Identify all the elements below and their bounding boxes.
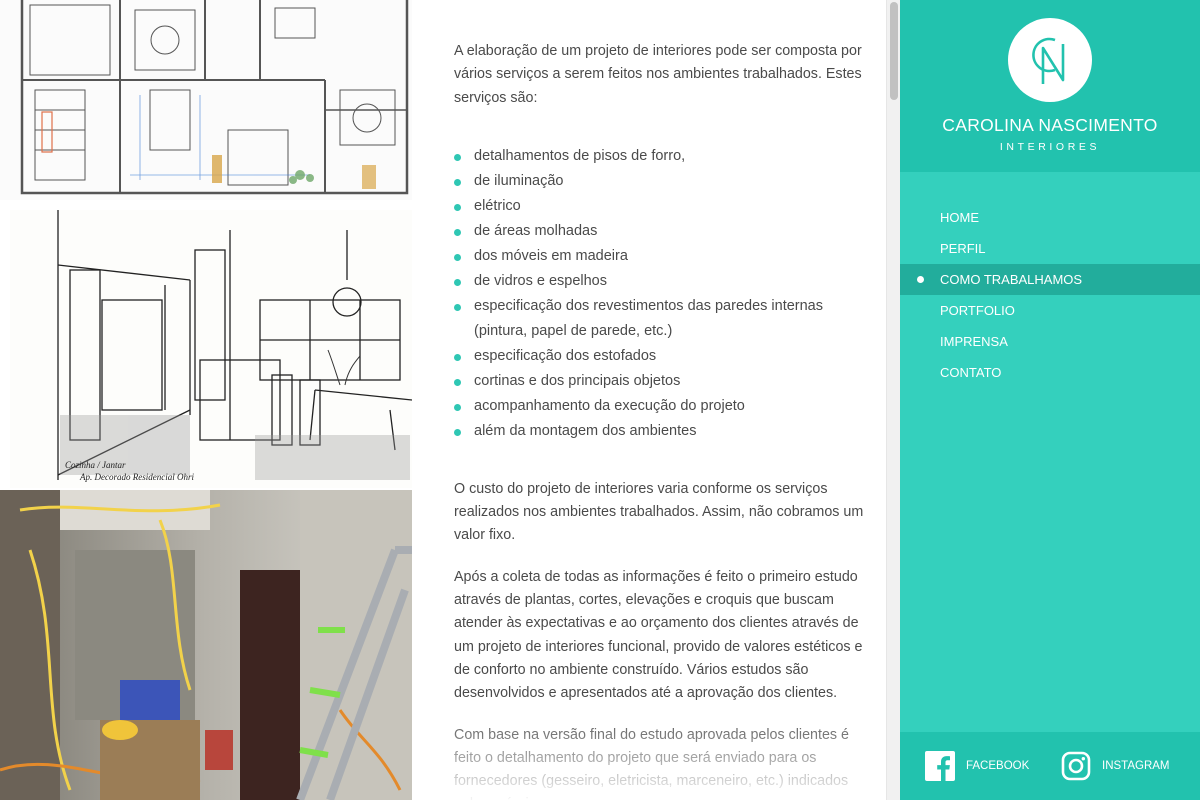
logo[interactable]: CN: [1008, 18, 1092, 102]
bullet-icon: [454, 353, 461, 361]
main-nav: HOME PERFIL COMO TRABALHAMOS PORTFOLIO I…: [900, 202, 1200, 388]
nav-item-contato[interactable]: CONTATO: [900, 357, 1200, 388]
list-item: de iluminação: [454, 169, 866, 194]
main-content: A elaboração de um projeto de interiores…: [412, 0, 886, 800]
social-links: FACEBOOK INSTAGRAM: [900, 732, 1200, 800]
bullet-icon: [454, 303, 461, 311]
brand-name: CAROLINA NASCIMENTO: [942, 115, 1158, 135]
intro-paragraph: A elaboração de um projeto de interiores…: [454, 43, 862, 106]
brand-subtitle: INTERIORES: [999, 141, 1101, 153]
scrollbar-thumb[interactable]: [890, 2, 898, 100]
instagram-link[interactable]: INSTAGRAM: [1061, 751, 1170, 781]
bullet-icon: [454, 153, 461, 161]
vertical-scrollbar[interactable]: [886, 0, 900, 800]
services-list: detalhamentos de pisos de forro, de ilum…: [454, 144, 866, 444]
list-item: cortinas e dos principais objetos: [454, 369, 866, 394]
logo-letters: CN: [1092, 18, 1093, 19]
facebook-icon: [925, 751, 955, 781]
list-item: elétrico: [454, 194, 866, 219]
facebook-link[interactable]: FACEBOOK: [925, 751, 1029, 781]
cost-paragraph: O custo do projeto de interiores varia c…: [454, 480, 864, 544]
nav-item-imprensa[interactable]: IMPRENSA: [900, 326, 1200, 357]
instagram-label: INSTAGRAM: [1102, 760, 1170, 772]
bullet-icon: [454, 428, 461, 436]
bullet-icon: [454, 278, 461, 286]
svg-text:Cozinha / Jantar: Cozinha / Jantar: [65, 460, 126, 470]
list-item: de áreas molhadas: [454, 219, 866, 244]
bullet-icon: [454, 253, 461, 261]
list-item: especificação dos revestimentos das pare…: [454, 294, 866, 344]
nav-item-perfil[interactable]: PERFIL: [900, 233, 1200, 264]
list-item: detalhamentos de pisos de forro,: [454, 144, 866, 169]
nav-item-como-trabalhamos[interactable]: COMO TRABALHAMOS: [900, 264, 1200, 295]
bullet-icon: [454, 378, 461, 386]
process-paragraph: Após a coleta de todas as informações é …: [454, 568, 863, 702]
list-item: além da montagem dos ambientes: [454, 419, 866, 444]
bullet-icon: [454, 403, 461, 411]
interior-sketch-image: Cozinha / Jantar Ap. Decorado Residencia…: [10, 210, 412, 488]
instagram-icon: [1061, 751, 1091, 781]
floor-plan-image: [0, 0, 412, 200]
list-item: acompanhamento da execução do projeto: [454, 394, 866, 419]
list-item: de vidros e espelhos: [454, 269, 866, 294]
project-images: Cozinha / Jantar Ap. Decorado Residencia…: [0, 0, 412, 800]
svg-text:Ap. Decorado Residencial Ohri: Ap. Decorado Residencial Ohri: [79, 472, 194, 482]
final-paragraph: Com base na versão final do estudo aprov…: [454, 726, 850, 800]
construction-photo: [0, 490, 412, 800]
nav-item-home[interactable]: HOME: [900, 202, 1200, 233]
list-item: dos móveis em madeira: [454, 244, 866, 269]
sidebar: CN CAROLINA NASCIMENTO INTERIORES HOME P…: [900, 0, 1200, 800]
list-item: especificação dos estofados: [454, 344, 866, 369]
brand-header: CN CAROLINA NASCIMENTO INTERIORES: [900, 0, 1200, 172]
cn-monogram-icon: [1032, 37, 1065, 84]
nav-item-portfolio[interactable]: PORTFOLIO: [900, 295, 1200, 326]
bullet-icon: [454, 203, 461, 211]
facebook-label: FACEBOOK: [966, 760, 1030, 772]
active-dot-icon: [917, 276, 924, 283]
bullet-icon: [454, 228, 461, 236]
bullet-icon: [454, 178, 461, 186]
